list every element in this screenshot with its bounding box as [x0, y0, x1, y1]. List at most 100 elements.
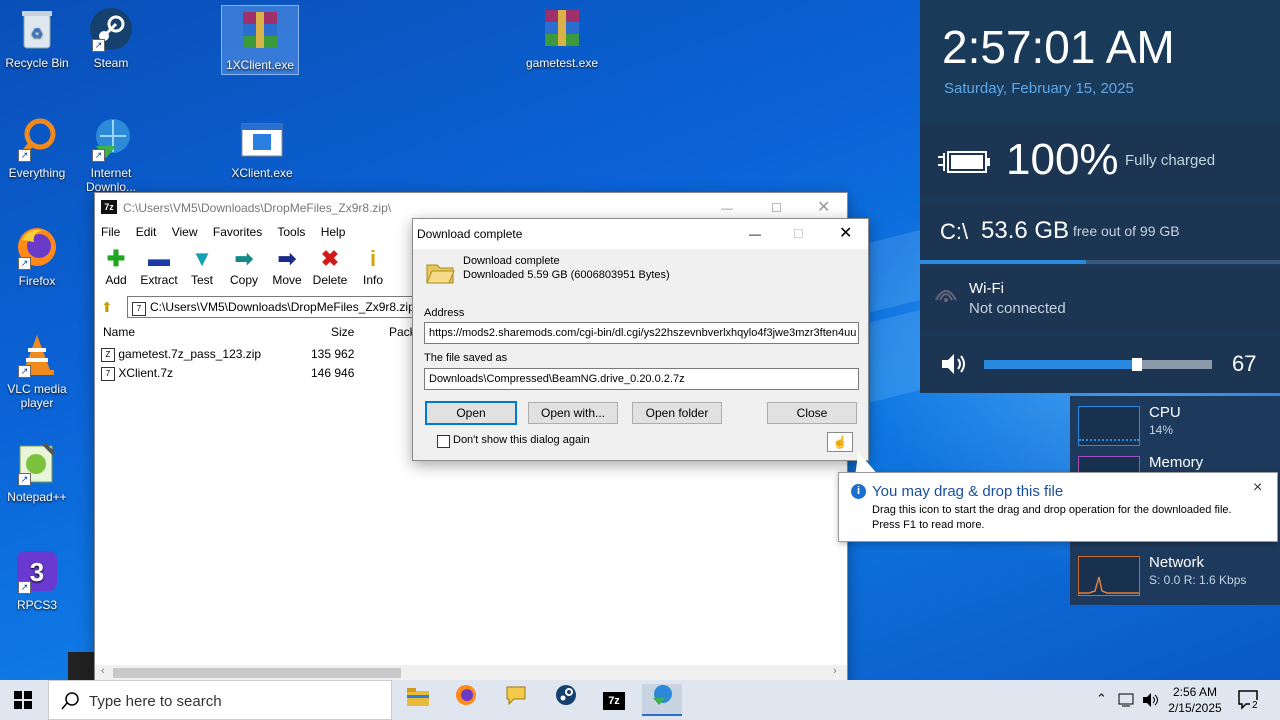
battery-status: Fully charged — [1125, 152, 1216, 169]
column-size[interactable]: Size — [331, 321, 354, 343]
dialog-downloaded-size: Downloaded 5.59 GB (6006803951 Bytes) — [463, 269, 670, 281]
desktop-icon-1xclient[interactable]: 1XClient.exe — [221, 5, 299, 75]
saved-path-field[interactable]: Downloads\Compressed\BeamNG.drive_0.20.0… — [424, 368, 859, 390]
battery-icon — [936, 147, 992, 182]
open-folder-button[interactable]: Open folder — [632, 402, 722, 424]
maximize-icon: ☐ — [793, 227, 804, 241]
address-field[interactable]: https://mods2.sharemods.com/cgi-bin/dl.c… — [424, 322, 859, 344]
desktop-icon-vlc[interactable]: ↗ VLC media player — [0, 326, 78, 410]
volume-slider-thumb[interactable] — [1132, 358, 1142, 371]
dialog-title: Download complete — [417, 227, 523, 241]
icon-label: Everything — [8, 166, 66, 180]
drag-drop-file-icon[interactable]: ☝ — [827, 432, 853, 452]
desktop-icon-rpcs3[interactable]: 3 ↗ RPCS3 — [0, 542, 78, 612]
close-button[interactable]: Close — [767, 402, 857, 424]
icon-label: gametest.exe — [525, 56, 599, 70]
taskbar-7zip[interactable]: 7z — [594, 684, 634, 716]
icon-label: Firefox — [18, 274, 56, 288]
zip-file-icon: Z — [101, 347, 115, 362]
toolbar-move-button[interactable]: ➡ Move — [269, 245, 305, 287]
drag-drop-tooltip: i You may drag & drop this file Drag thi… — [838, 472, 1278, 542]
steam-icon: ↗ — [88, 6, 134, 52]
path-text: C:\Users\VM5\Downloads\DropMeFiles_Zx9r8… — [150, 300, 419, 314]
shortcut-arrow-icon: ↗ — [92, 39, 105, 52]
wifi-icon — [934, 280, 958, 309]
cpu-label: CPU — [1149, 404, 1181, 421]
desktop-icon-xclient[interactable]: XClient.exe — [221, 110, 303, 180]
toolbar-copy-button[interactable]: ➡ Copy — [227, 245, 261, 287]
wifi-section: Wi-Fi Not connected — [920, 266, 1280, 332]
horizontal-scrollbar[interactable]: ‹ › — [95, 665, 847, 681]
taskbar-internet-download-manager[interactable] — [642, 684, 682, 716]
toolbar-label: Info — [362, 273, 383, 287]
application-window-icon — [239, 116, 285, 162]
menu-tools[interactable]: Tools — [277, 225, 305, 239]
network-icon[interactable] — [1118, 692, 1136, 713]
chat-bubble-icon — [505, 686, 527, 711]
tooltip-close-icon[interactable]: × — [1253, 479, 1262, 497]
desktop-icon-firefox[interactable]: ↗ Firefox — [0, 218, 78, 288]
scroll-left-icon[interactable]: ‹ — [101, 665, 105, 677]
folder-icon — [407, 688, 429, 711]
dialog-titlebar[interactable]: Download complete — ☐ ✕ — [413, 219, 868, 249]
taskbar-steam[interactable] — [546, 684, 586, 716]
taskbar-clock[interactable]: 2:56 AM 2/15/2025 — [1160, 684, 1230, 716]
menu-favorites[interactable]: Favorites — [213, 225, 262, 239]
winrar-archive-icon — [539, 6, 585, 52]
taskbar-file-explorer[interactable] — [398, 684, 438, 716]
open-button[interactable]: Open — [425, 401, 517, 425]
tooltip-line2: Press F1 to read more. — [872, 519, 985, 531]
scrollbar-thumb[interactable] — [113, 668, 401, 678]
disk-section: C:\ 53.6 GB free out of 99 GB — [920, 202, 1280, 264]
saved-as-label: The file saved as — [424, 352, 508, 364]
disk-total: free out of 99 GB — [1073, 223, 1180, 239]
firefox-icon — [455, 685, 477, 711]
path-bar[interactable]: 7 C:\Users\VM5\Downloads\DropMeFiles_Zx9r… — [127, 296, 429, 318]
volume-slider[interactable] — [984, 358, 1212, 371]
rpcs3-icon: 3 ↗ — [14, 548, 60, 594]
desktop-icon-everything[interactable]: ↗ Everything — [0, 110, 78, 180]
taskbar-chat-app[interactable] — [496, 684, 536, 716]
desktop-icon-gametest[interactable]: gametest.exe — [521, 0, 603, 70]
toolbar-label: Test — [190, 273, 213, 287]
add-icon: ✚ — [106, 246, 126, 271]
taskbar-firefox[interactable] — [446, 684, 486, 716]
search-icon — [61, 692, 79, 715]
toolbar-info-button[interactable]: i Info — [359, 245, 387, 287]
dont-show-checkbox[interactable] — [437, 435, 450, 448]
table-row[interactable]: Z gametest.7z_pass_123.zip 135 962 — [101, 345, 411, 363]
globe-download-icon — [650, 685, 674, 711]
clock-time: 2:57:01 AM — [942, 21, 1175, 73]
menu-view[interactable]: View — [172, 225, 198, 239]
desktop-icon-steam[interactable]: ↗ Steam — [70, 0, 152, 70]
desktop-icon-recycle-bin[interactable]: ♻ Recycle Bin — [0, 0, 78, 70]
menu-help[interactable]: Help — [321, 225, 346, 239]
dont-show-label[interactable]: Don't show this dialog again — [453, 434, 590, 446]
toolbar-label: Add — [105, 273, 127, 287]
scroll-right-icon[interactable]: › — [833, 665, 837, 677]
menu-edit[interactable]: Edit — [136, 225, 157, 239]
move-arrow-icon: ➡ — [277, 246, 297, 271]
toolbar-extract-button[interactable]: ▬ Extract — [137, 245, 181, 287]
column-name[interactable]: Name — [103, 321, 135, 343]
up-folder-icon[interactable]: ⬆ — [101, 299, 113, 316]
network-receive: R: 1.6 Kbps — [1183, 573, 1247, 587]
windows-start-icon[interactable] — [14, 691, 32, 714]
icon-label: XClient.exe — [231, 166, 293, 180]
menu-file[interactable]: File — [101, 225, 120, 239]
desktop-icon-notepad-plus[interactable]: ↗ Notepad++ — [0, 434, 78, 504]
toolbar-test-button[interactable]: ▼ Test — [187, 245, 217, 287]
toolbar-delete-button[interactable]: ✖ Delete — [311, 245, 349, 287]
speaker-icon — [940, 352, 968, 381]
table-row[interactable]: 7 XClient.7z 146 946 — [101, 364, 411, 382]
search-box[interactable]: Type here to search — [48, 680, 392, 720]
desktop-icon-internet-download[interactable]: ↗ Internet Downlo... — [70, 110, 152, 192]
close-icon[interactable]: ✕ — [839, 219, 852, 249]
recycle-bin-icon: ♻ — [14, 6, 60, 52]
volume-icon[interactable] — [1142, 692, 1160, 713]
shortcut-arrow-icon: ↗ — [92, 149, 105, 162]
chevron-up-icon[interactable]: ⌃ — [1096, 691, 1107, 707]
toolbar-add-button[interactable]: ✚ Add — [101, 245, 131, 287]
open-with-button[interactable]: Open with... — [528, 402, 618, 424]
minimize-icon[interactable]: — — [749, 219, 761, 249]
